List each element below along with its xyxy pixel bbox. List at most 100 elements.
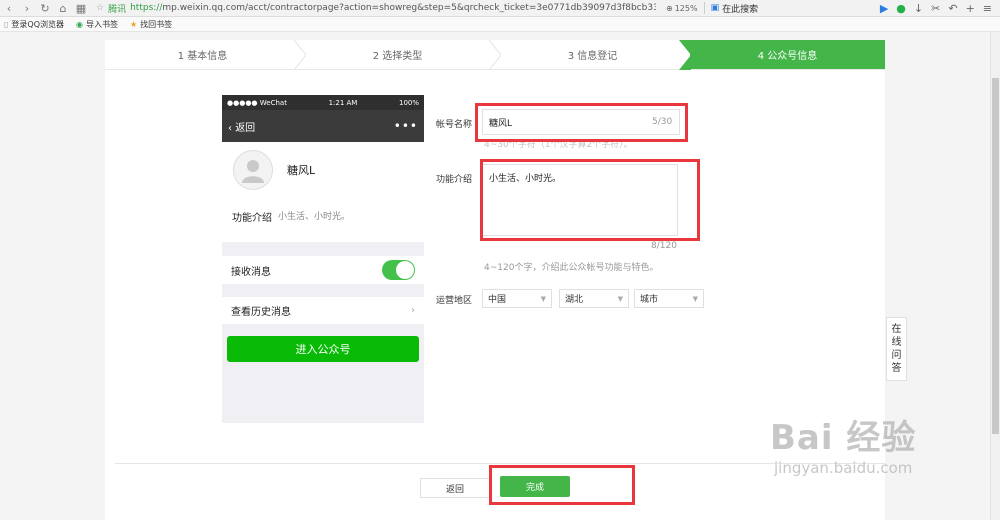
phone-receive-row: 接收消息: [222, 256, 424, 284]
step-progress: 1 基本信息 2 选择类型 3 信息登记 4 公众号信息: [105, 40, 885, 70]
site-brand: 腾讯: [108, 4, 127, 15]
scrollbar-thumb[interactable]: [992, 78, 999, 434]
step-label: 2 选择类型: [372, 51, 423, 62]
baidu-watermark: Bai 经验 jingyan.baidu.com: [770, 410, 980, 500]
country-select[interactable]: 中国 ▼: [482, 289, 552, 308]
download-icon[interactable]: ↓: [914, 2, 923, 15]
watermark-logo: Bai 经验: [770, 418, 917, 458]
carrier-text: ●●●●● WeChat: [227, 98, 287, 107]
bookmark-label: 登录QQ浏览器: [11, 19, 64, 29]
scissors-icon[interactable]: ✂: [931, 2, 940, 15]
address-bar[interactable]: ☆ 腾讯 https:// mp.weixin.qq.com/acct/cont…: [96, 1, 656, 16]
avatar: [233, 149, 273, 190]
step-info-register: 3 信息登记: [495, 40, 691, 70]
phone-intro-label: 功能介绍: [232, 213, 272, 224]
phone-back-button: ‹ 返回: [228, 119, 255, 134]
bookmarks-bar: ▯ 登录QQ浏览器 ◉ 导入书签 ★ 找回书签: [0, 17, 1000, 32]
phone-time: 1:21 AM: [328, 98, 358, 107]
more-dots-icon: •••: [393, 119, 418, 133]
step-label: 1 基本信息: [177, 51, 228, 62]
star-icon: ★: [129, 19, 138, 29]
qa-char: 答: [891, 363, 902, 374]
chevron-left-icon: ‹: [228, 122, 232, 134]
done-button[interactable]: 完成: [500, 476, 570, 497]
zoom-value: 125%: [674, 3, 698, 13]
city-value: 城市: [640, 295, 659, 305]
city-select[interactable]: 城市 ▼: [634, 289, 704, 308]
url-scheme: https://: [130, 3, 163, 13]
bookmark-label: 找回书签: [140, 19, 173, 29]
bookmark-label: 导入书签: [85, 19, 118, 29]
province-value: 湖北: [565, 295, 584, 305]
search-box[interactable]: ▣ 在此搜索: [711, 2, 811, 15]
apps-icon[interactable]: ▦: [72, 0, 90, 17]
back-arrow-icon[interactable]: ‹: [0, 0, 18, 17]
phone-preview: ●●●●● WeChat 1:21 AM 100% ‹ 返回 ••• 糖风L 功…: [222, 95, 424, 423]
online-qa-button[interactable]: 在 线 问 答: [886, 317, 907, 381]
step-label: 4 公众号信息: [757, 51, 818, 62]
divider: [703, 2, 705, 14]
phone-nav-bar: ‹ 返回 •••: [222, 110, 424, 142]
wechat-icon[interactable]: ●: [896, 2, 906, 15]
phone-intro-row: 功能介绍 小生活、小时光。: [222, 197, 424, 242]
done-button-label: 完成: [525, 483, 544, 493]
watermark-url: jingyan.baidu.com: [774, 459, 913, 477]
intro-hint: 4~120个字，介绍此公众帐号功能与特色。: [484, 263, 659, 273]
bookmark-import[interactable]: ◉ 导入书签: [76, 19, 118, 30]
qa-char: 问: [891, 350, 902, 361]
account-name-value: 糖风L: [489, 118, 513, 129]
step-label: 3 信息登记: [567, 51, 618, 62]
bookmark-login-qq[interactable]: ▯ 登录QQ浏览器: [4, 19, 64, 30]
toolbar-icons: ▶ ● ↓ ✂ ↶ + ≡: [880, 2, 1000, 15]
region-label: 运营地区: [436, 296, 473, 306]
user-icon: [242, 159, 264, 183]
qa-char: 在: [891, 324, 902, 335]
search-engine-icon: ▣: [710, 3, 720, 13]
undo-icon[interactable]: ↶: [948, 2, 957, 15]
step-account-info: 4 公众号信息: [690, 40, 885, 69]
qa-char: 线: [891, 337, 902, 348]
phone-intro-value: 小生活、小时光。: [278, 212, 351, 222]
home-icon[interactable]: ⌂: [54, 0, 72, 17]
import-icon: ◉: [76, 19, 83, 29]
back-button[interactable]: 返回: [420, 478, 490, 498]
name-counter: 5/30: [652, 117, 673, 127]
phone-history-label: 查看历史消息: [231, 307, 291, 318]
phone-back-label: 返回: [235, 122, 256, 134]
chevron-right-icon: ›: [411, 305, 415, 316]
forward-arrow-icon[interactable]: ›: [18, 0, 36, 17]
step-basic-info: 1 基本信息: [105, 40, 306, 70]
name-hint: 4~30个字符（1个汉字算2个字符）。: [484, 140, 633, 150]
intro-textarea[interactable]: 小生活、小时光。: [482, 164, 678, 236]
name-label: 帐号名称: [436, 120, 473, 130]
scrollbar[interactable]: [990, 32, 1000, 520]
country-value: 中国: [488, 295, 507, 305]
search-placeholder: 在此搜索: [722, 4, 759, 15]
caret-down-icon: ▼: [540, 294, 546, 303]
phone-history-row: 查看历史消息 ›: [222, 297, 424, 324]
intro-value: 小生活、小时光。: [489, 174, 562, 184]
zoom-level[interactable]: ⊕ 125%: [666, 4, 698, 13]
receive-toggle: [382, 260, 415, 280]
caret-down-icon: ▼: [692, 294, 698, 303]
reload-icon[interactable]: ↻: [36, 0, 54, 17]
bookmark-recover[interactable]: ★ 找回书签: [130, 19, 172, 30]
toggle-knob: [396, 261, 414, 279]
step-select-type: 2 选择类型: [300, 40, 501, 70]
menu-icon[interactable]: ≡: [983, 2, 992, 15]
bookmark-star-icon[interactable]: ☆: [96, 3, 104, 13]
url-text: mp.weixin.qq.com/acct/contractorpage?act…: [162, 3, 656, 13]
browser-toolbar: ‹ › ↻ ⌂ ▦ ☆ 腾讯 https:// mp.weixin.qq.com…: [0, 0, 1000, 17]
phone-profile: 糖风L: [222, 142, 424, 197]
province-select[interactable]: 湖北 ▼: [559, 289, 629, 308]
add-icon[interactable]: +: [966, 2, 975, 15]
phone-receive-label: 接收消息: [231, 266, 271, 278]
phone-enter-button: 进入公众号: [227, 336, 419, 362]
account-name-input[interactable]: 糖风L: [482, 109, 680, 135]
phone-enter-label: 进入公众号: [295, 343, 351, 356]
caret-down-icon: ▼: [617, 294, 623, 303]
phone-status-bar: ●●●●● WeChat 1:21 AM 100%: [222, 95, 424, 110]
play-icon[interactable]: ▶: [880, 2, 888, 15]
intro-counter: 8/120: [651, 241, 677, 251]
